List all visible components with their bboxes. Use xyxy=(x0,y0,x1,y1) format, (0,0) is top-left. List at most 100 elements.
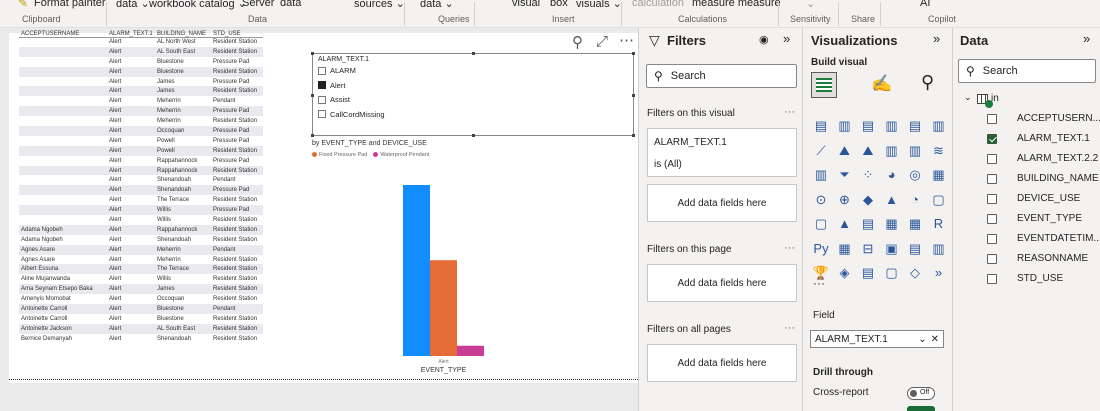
slicer-checkbox[interactable] xyxy=(318,110,326,118)
more-options-icon[interactable]: ⋯ xyxy=(619,31,634,49)
table-row[interactable]: Albert Essuna Alert The Terrace Resident St… xyxy=(19,264,263,275)
ribbon-button[interactable]: calculation xyxy=(632,0,684,9)
field-checkbox[interactable] xyxy=(987,153,997,164)
table-row[interactable]: Ama Seynam Etsepo Baka Alert James Resident… xyxy=(19,284,263,295)
ribbon-chart-icon[interactable]: ≋ xyxy=(930,142,948,160)
narrative-icon[interactable]: ▤ xyxy=(906,240,924,258)
table-row[interactable]: Alert Rappahannock Pressure Pad xyxy=(19,156,263,166)
stacked-column-icon[interactable]: ▥ xyxy=(836,117,854,135)
table-row[interactable]: Alert Bluestone Pressure Pad xyxy=(19,57,263,67)
field-checkbox[interactable] xyxy=(987,173,997,184)
funnel-icon[interactable]: ⏷ xyxy=(836,166,854,184)
slicer-checkbox[interactable] xyxy=(318,66,326,75)
bar[interactable] xyxy=(457,345,484,356)
chevron-down-icon[interactable]: ⌄ xyxy=(964,92,972,103)
table-row[interactable]: Alert Willis Resident Station xyxy=(19,215,263,225)
ribbon-button[interactable]: workbook catalog ⌄ xyxy=(149,0,247,10)
slicer-item[interactable]: Assist xyxy=(318,95,350,104)
legend-item[interactable]: Waterproof Pendant xyxy=(373,152,429,158)
table-row[interactable]: Antoinette Jackson Alert AL South East Resi… xyxy=(19,323,263,334)
keep-filters-toggle[interactable] xyxy=(907,406,935,411)
slicer-item[interactable]: ALARM xyxy=(318,66,356,75)
filter-icon[interactable]: ⚲ xyxy=(572,33,583,51)
table-row[interactable]: Adama Ngobeh Alert Rappahannock Resident St… xyxy=(19,224,263,235)
table-row[interactable]: Alert James Pressure Pad xyxy=(19,77,263,87)
table-row[interactable]: Alert Meherrin Pressure Pad xyxy=(19,106,263,117)
slicer-item[interactable]: Alert xyxy=(318,81,345,90)
field-checkbox[interactable] xyxy=(987,133,997,144)
table-row[interactable]: Alert AL South East Resident Station xyxy=(19,46,263,57)
filled-map-icon[interactable]: ⊕ xyxy=(836,191,854,209)
paginated-icon[interactable]: ▥ xyxy=(930,240,948,258)
focus-mode-icon[interactable]: ⤢ xyxy=(596,33,608,50)
format-visual-icon[interactable]: ✍ xyxy=(871,74,892,94)
data-field[interactable]: ALARM_TEXT.2.2 xyxy=(987,153,1098,164)
collapse-visualizations-icon[interactable]: » xyxy=(933,31,940,46)
table-row[interactable]: Alert The Terrace Resident Station xyxy=(19,195,263,205)
power-apps-icon[interactable]: ◈ xyxy=(836,264,854,282)
table-row[interactable]: Alert Meherrin Resident Station xyxy=(19,116,263,126)
ribbon-button[interactable]: Server xyxy=(242,0,274,9)
kpi-icon[interactable]: ▲ xyxy=(836,215,854,233)
slicer-item[interactable]: CallCordMissing xyxy=(318,110,385,119)
more-options-icon[interactable]: ··· xyxy=(784,242,795,254)
ribbon-button[interactable]: AI xyxy=(920,0,930,9)
remove-field-icon[interactable]: ✕ xyxy=(931,334,939,345)
ai-icon[interactable]: ◇ xyxy=(906,264,924,282)
field-checkbox[interactable] xyxy=(987,113,997,124)
ribbon-button[interactable]: sources ⌄ xyxy=(354,0,405,10)
bar-chart[interactable]: Alert EVENT_TYPE xyxy=(380,176,500,376)
table-row[interactable]: Alert AL North West Resident Station xyxy=(19,37,263,47)
field-well[interactable]: ALARM_TEXT.1 ⌄ ✕ xyxy=(810,330,944,348)
100-bar-icon[interactable]: ▤ xyxy=(906,117,924,135)
map-icon[interactable]: ⊙ xyxy=(812,191,830,209)
table-row[interactable]: Alert Willis Pressure Pad xyxy=(19,205,263,216)
format-painter-icon[interactable]: ✎ xyxy=(18,0,28,10)
data-field[interactable]: EVENT_TYPE xyxy=(987,213,1082,224)
line-clustered-icon[interactable]: ▥ xyxy=(906,142,924,160)
column-header[interactable]: ALARM_TEXT.1 xyxy=(107,23,155,38)
table-row[interactable]: Antoinette Carroll Alert Bluestone Resident… xyxy=(19,314,263,324)
key-influencers-icon[interactable]: ▦ xyxy=(836,240,854,258)
line-column-icon[interactable]: ▥ xyxy=(883,142,901,160)
data-search-input[interactable]: ⚲ Search xyxy=(958,59,1096,83)
ribbon-button[interactable]: visuals ⌄ xyxy=(576,0,622,10)
slicer-checkbox[interactable] xyxy=(318,81,326,89)
data-field[interactable]: EVENTDATETIM... xyxy=(987,233,1100,244)
matrix-icon[interactable]: ▦ xyxy=(906,215,924,233)
filters-search-input[interactable]: ⚲ Search xyxy=(646,64,797,88)
field-checkbox[interactable] xyxy=(987,193,997,204)
filter-card[interactable]: ALARM_TEXT.1 is (All) xyxy=(647,128,797,177)
power-automate-icon[interactable]: ▤ xyxy=(859,264,877,282)
gauge-icon[interactable]: ◔ xyxy=(906,191,924,209)
card-icon[interactable]: ▢ xyxy=(930,191,948,209)
waterfall-icon[interactable]: ▥ xyxy=(812,166,830,184)
field-checkbox[interactable] xyxy=(987,233,997,244)
ribbon-button[interactable]: box xyxy=(550,0,568,9)
data-field[interactable]: REASONNAME xyxy=(987,253,1088,264)
stacked-bar-icon[interactable]: ▤ xyxy=(812,117,830,135)
ribbon-button[interactable]: measure measure xyxy=(692,0,781,9)
clustered-column-icon[interactable]: ▥ xyxy=(883,117,901,135)
multi-card-icon[interactable]: ▢ xyxy=(812,215,830,233)
decomposition-tree-icon[interactable]: ⊟ xyxy=(859,240,877,258)
slicer-checkbox[interactable] xyxy=(318,95,326,104)
table-row[interactable]: Amenyis Momobat Alert Occoquan Resident Sta… xyxy=(19,294,263,304)
table-visual[interactable]: ACCEPTUSERNAME ALARM_TEXT.1 BUILDING_NAM… xyxy=(19,23,263,344)
eye-icon[interactable]: ◉ xyxy=(759,33,769,46)
slicer-visual[interactable]: ALARM_TEXT.1 ALARM Alert Assist CallCordMis… xyxy=(311,52,635,137)
analytics-icon[interactable]: ⚲ xyxy=(921,72,934,93)
treemap-icon[interactable]: ▦ xyxy=(930,166,948,184)
build-visual-tab-icon[interactable] xyxy=(811,72,837,98)
chevron-down-icon[interactable]: ⌄ xyxy=(918,334,926,345)
ribbon-button[interactable]: data ⌄ xyxy=(420,0,454,10)
python-visual-icon[interactable]: Py xyxy=(812,240,830,258)
data-field[interactable]: DEVICE_USE xyxy=(987,193,1080,204)
table-row[interactable]: Agnes Asare Alert Meherrin Resident Station xyxy=(19,255,263,265)
ribbon-button[interactable]: data xyxy=(280,0,301,9)
clustered-bar-icon[interactable]: ▤ xyxy=(859,117,877,135)
table-row[interactable]: Alert Powell Resident Station xyxy=(19,145,263,156)
ribbon-button[interactable]: visual xyxy=(512,0,540,9)
column-header[interactable]: ACCEPTUSERNAME xyxy=(19,23,107,38)
field-checkbox[interactable] xyxy=(987,213,997,224)
